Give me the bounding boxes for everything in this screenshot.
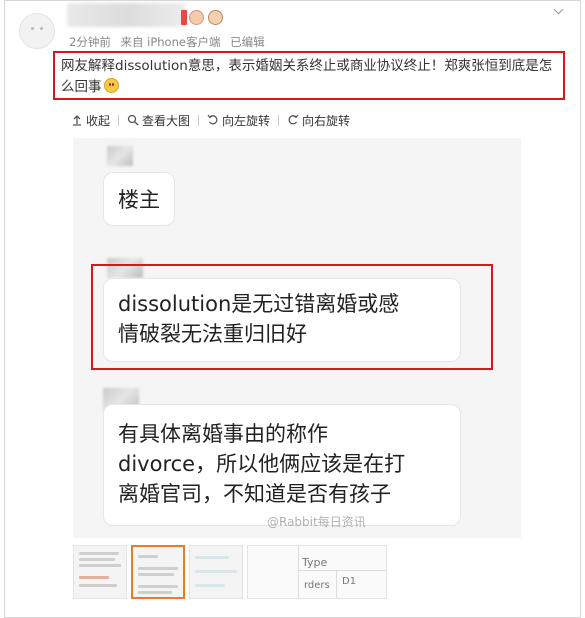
- collapse-label: 收起: [86, 113, 111, 128]
- avatar-pixelated: [107, 146, 133, 166]
- toolbar-divider: [118, 114, 120, 126]
- search-icon: [127, 114, 139, 126]
- rotate-right-icon: [288, 114, 299, 125]
- post-source: 来自 iPhone客户端: [120, 35, 221, 49]
- chat-bubble-1-text: 楼主: [118, 188, 160, 212]
- toolbar-divider: [198, 114, 200, 126]
- thumbnail-strip: Type rders D1: [73, 545, 387, 599]
- post-time[interactable]: 2分钟前: [69, 35, 111, 49]
- post-text-highlighted: 网友解释dissolution意思，表示婚姻关系终止或商业协议终止！郑爽张恒到底…: [53, 51, 565, 100]
- chevron-down-icon[interactable]: [552, 5, 566, 19]
- chat-bubble-3-line-2: divorce，所以他俩应该是在打: [118, 452, 406, 476]
- view-large-button[interactable]: 查看大图: [127, 112, 190, 129]
- post-meta: 2分钟前 来自 iPhone客户端 已编辑: [69, 34, 271, 50]
- weibo-post-card: 2分钟前 来自 iPhone客户端 已编辑 网友解释dissolution意思，…: [4, 0, 581, 618]
- thumbnail-2[interactable]: [131, 545, 185, 599]
- thumbnail-3[interactable]: [189, 545, 243, 599]
- watermark: @Rabbit每日资讯: [267, 513, 366, 530]
- rotate-left-icon: [207, 114, 218, 125]
- rotate-right-button[interactable]: 向右旋转: [287, 112, 350, 129]
- thumbnail-table-header: Type: [302, 556, 328, 569]
- thumbnail-4[interactable]: Type rders D1: [247, 545, 387, 599]
- chat-bubble-3-line-3: 离婚官司，不知道是否有孩子: [118, 482, 391, 506]
- thumbnail-table-cell: rders: [304, 580, 330, 591]
- chat-bubble-3: 有具体离婚事由的称作 divorce，所以他俩应该是在打 离婚官司，不知道是否有…: [103, 404, 461, 526]
- highlight-box: [91, 264, 493, 370]
- view-large-label: 查看大图: [142, 113, 191, 128]
- monkey-emoji-icon: [208, 10, 223, 25]
- post-edited[interactable]: 已编辑: [230, 35, 265, 49]
- chat-bubble-1: 楼主: [103, 172, 175, 226]
- post-text-content: 网友解释dissolution意思，表示婚姻关系终止或商业协议终止！郑爽张恒到底…: [61, 58, 553, 95]
- rotate-left-label: 向左旋转: [222, 113, 271, 128]
- image-toolbar: 收起 查看大图 向左旋转 向右旋转: [71, 111, 350, 129]
- user-avatar[interactable]: [19, 13, 55, 49]
- chat-bubble-3-line-1: 有具体离婚事由的称作: [118, 422, 328, 446]
- watermark-text: @Rabbit每日资讯: [267, 515, 366, 529]
- smile-emoji-icon: [103, 78, 119, 93]
- collapse-button[interactable]: 收起: [71, 112, 110, 129]
- thumbnail-table-cell: D1: [342, 576, 357, 587]
- thumbnail-1[interactable]: [73, 545, 127, 599]
- rotate-right-label: 向右旋转: [302, 113, 351, 128]
- badge-icon: [181, 10, 187, 25]
- username-redacted[interactable]: [67, 3, 185, 27]
- toolbar-divider: [278, 114, 280, 126]
- pig-emoji-icon: [189, 10, 204, 25]
- rotate-left-button[interactable]: 向左旋转: [207, 112, 270, 129]
- collapse-icon: [73, 115, 81, 126]
